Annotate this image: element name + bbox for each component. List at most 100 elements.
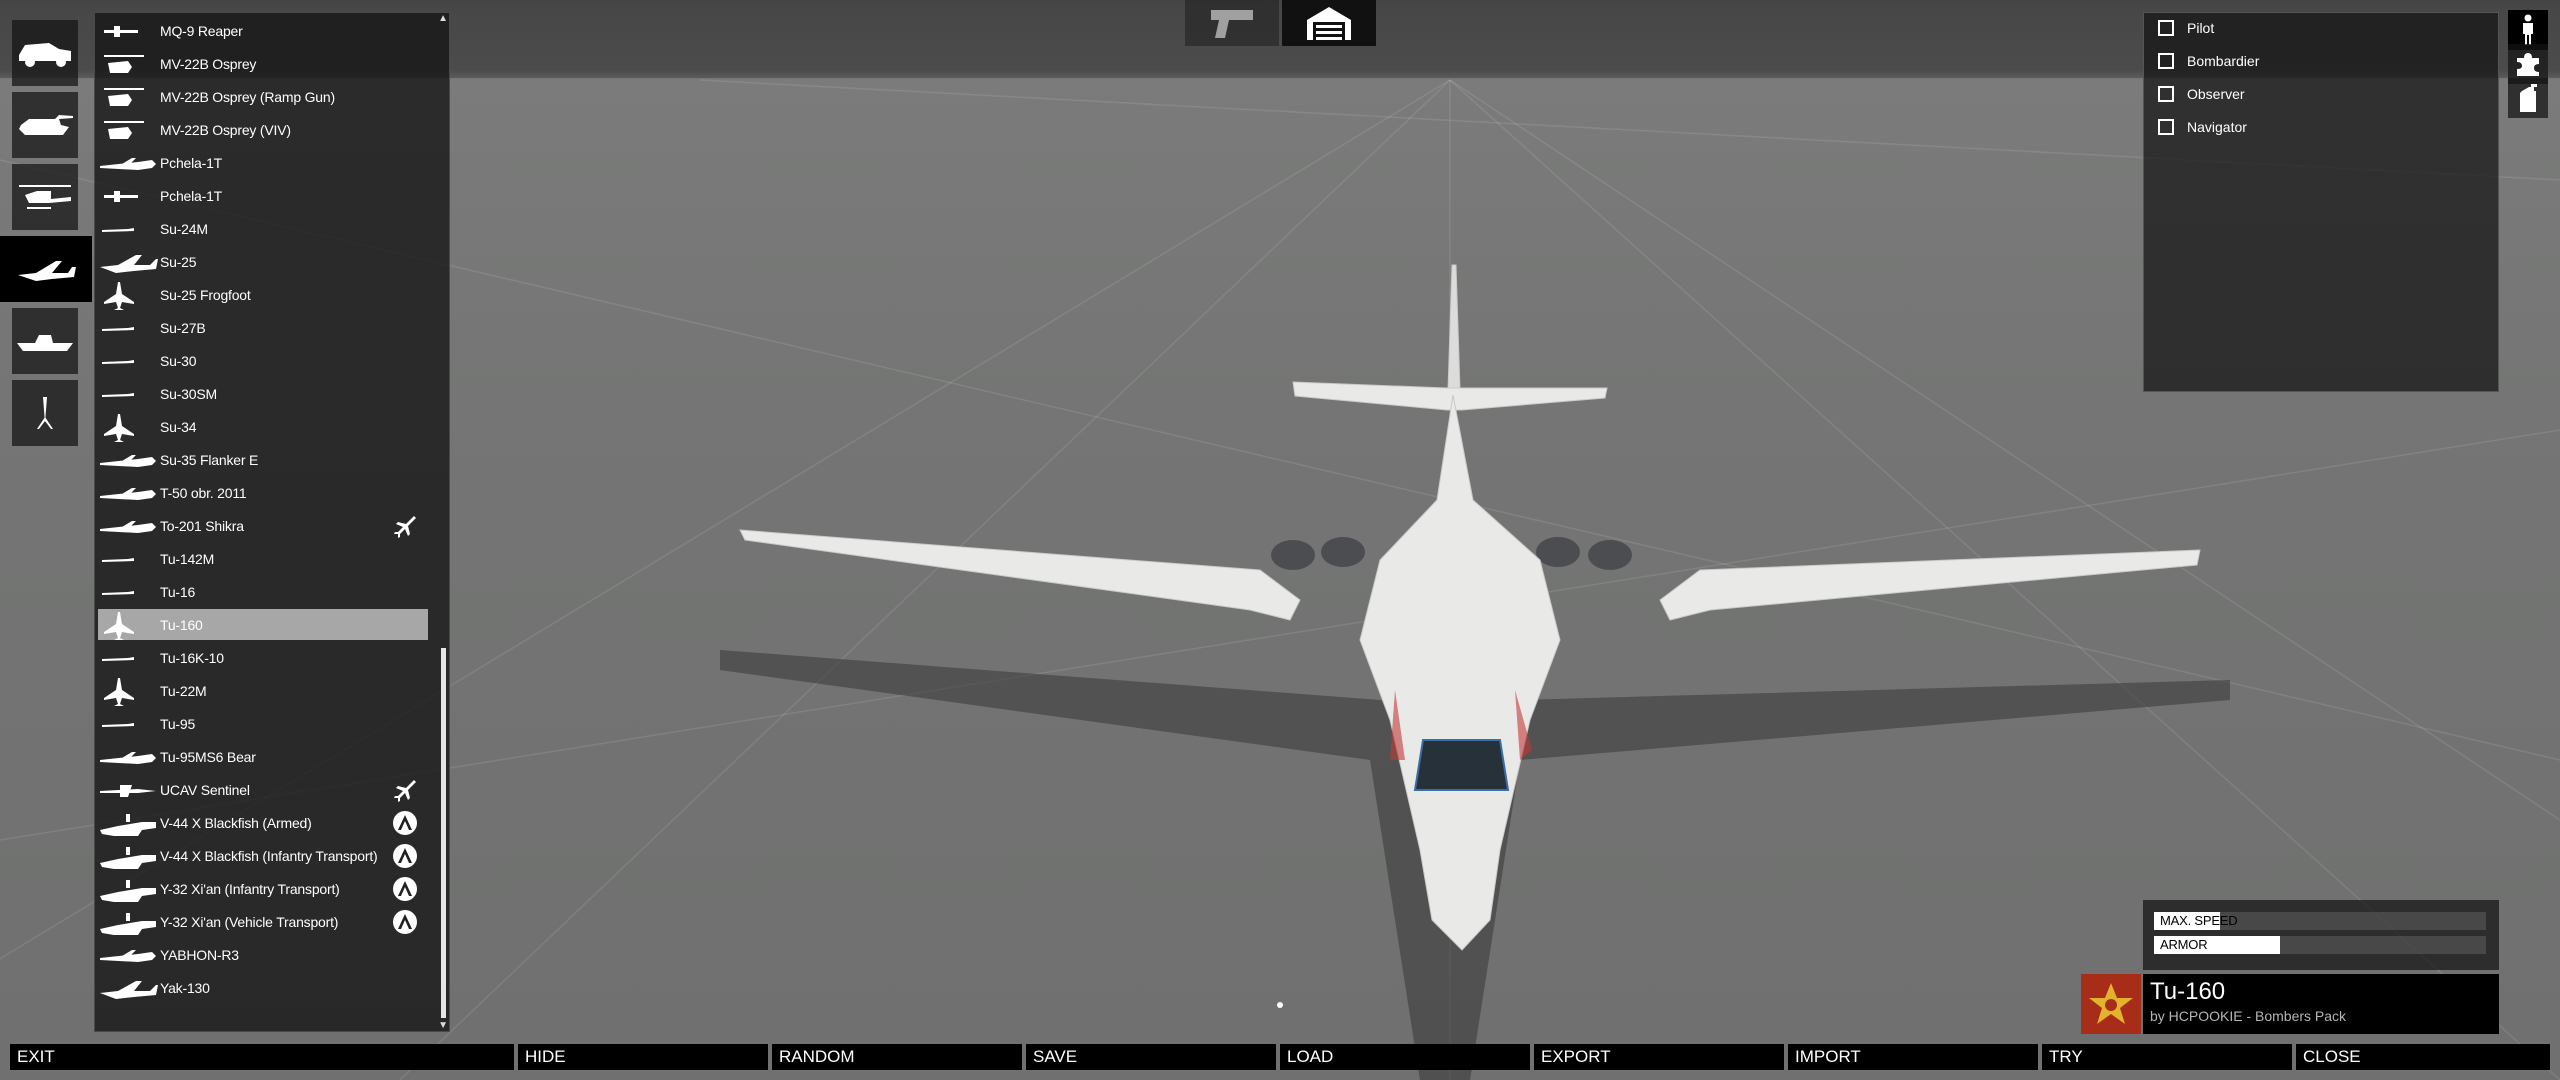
export-button[interactable]: EXPORT <box>1534 1044 1784 1070</box>
vehicle-list-item-label: MV-22B Osprey (VIV) <box>160 121 291 138</box>
vehicle-list-item[interactable]: Tu-142M <box>98 543 428 574</box>
car-icon <box>19 43 71 67</box>
checkbox[interactable] <box>2158 53 2174 69</box>
vehicle-list-item[interactable]: MV-22B Osprey (Ramp Gun) <box>98 81 428 112</box>
vehicle-thumbnail <box>98 48 160 79</box>
faction-a-badge-icon <box>393 811 417 835</box>
scroll-up-arrow[interactable]: ▲ <box>438 13 448 24</box>
crew-option-pilot[interactable]: Pilot <box>2158 17 2214 39</box>
vehicle-thumbnail <box>98 246 160 277</box>
scrollbar-thumb[interactable] <box>441 648 446 1018</box>
pylons-button[interactable] <box>2508 78 2548 118</box>
vehicle-list-item[interactable]: T-50 obr. 2011 <box>98 477 428 508</box>
try-button[interactable]: TRY <box>2042 1044 2292 1070</box>
vehicle-author: by HCPOOKIE - Bombers Pack <box>2150 1008 2347 1024</box>
vehicle-list-item[interactable]: Tu-95MS6 Bear <box>98 741 428 772</box>
vehicle-list-item[interactable]: Su-34 <box>98 411 428 442</box>
vehicle-thumbnail <box>98 972 160 1003</box>
checkbox[interactable] <box>2158 20 2174 36</box>
vehicle-list-item[interactable]: V-44 X Blackfish (Infantry Transport) <box>98 840 428 871</box>
category-helicopter[interactable] <box>12 164 78 230</box>
vehicle-list-item[interactable]: Tu-95 <box>98 708 428 739</box>
vehicle-thumbnail <box>98 411 160 442</box>
vehicle-list-item-label: Y-32 Xi'an (Infantry Transport) <box>160 880 340 897</box>
vehicle-thumbnail <box>98 741 160 772</box>
vehicle-list-item-label: Su-30SM <box>160 385 217 402</box>
crew-option-navigator[interactable]: Navigator <box>2158 116 2247 138</box>
vehicle-list-item-label: T-50 obr. 2011 <box>160 484 247 501</box>
vehicle-name: Tu-160 <box>2150 978 2226 1005</box>
center-marker <box>1277 1002 1283 1008</box>
vehicle-list-item-label: MV-22B Osprey <box>160 55 257 72</box>
hide-button[interactable]: HIDE <box>518 1044 768 1070</box>
jet-badge-icon <box>392 777 418 803</box>
vehicle-list[interactable]: MQ-9 Reaper MV-22B Osprey MV-22B Osprey (R… <box>94 12 450 1032</box>
save-button[interactable]: SAVE <box>1026 1044 1276 1070</box>
vehicle-list-item-label: Tu-160 <box>160 616 203 633</box>
person-icon <box>2523 14 2533 45</box>
vehicle-list-item[interactable]: Tu-22M <box>98 675 428 706</box>
vehicle-list-item-label: To-201 Shikra <box>160 517 244 534</box>
vehicle-list-item[interactable]: Y-32 Xi'an (Vehicle Transport) <box>98 906 428 937</box>
vehicle-list-item[interactable]: To-201 Shikra <box>98 510 428 541</box>
vehicle-list-item[interactable]: Tu-160 <box>98 609 428 640</box>
weapons-tab[interactable] <box>1185 0 1279 46</box>
bottom-action-bar: EXIT HIDE RANDOM SAVE LOAD EXPORT IMPORT… <box>10 1044 2550 1070</box>
vehicle-list-item[interactable]: Yak-130 <box>98 972 428 1003</box>
vehicle-thumbnail <box>98 312 160 343</box>
stat-label: ARMOR <box>2160 937 2208 952</box>
vehicle-list-item-label: Su-35 Flanker E <box>160 451 259 468</box>
category-car[interactable] <box>12 20 78 86</box>
vehicle-list-item[interactable]: Tu-16K-10 <box>98 642 428 673</box>
mortar-icon <box>37 397 53 429</box>
vehicle-list-item[interactable]: Y-32 Xi'an (Infantry Transport) <box>98 873 428 904</box>
vehicle-list-item[interactable]: MV-22B Osprey <box>98 48 428 79</box>
scroll-down-arrow[interactable]: ▼ <box>438 1020 448 1031</box>
faction-a-badge-icon <box>393 877 417 901</box>
vehicle-list-item-label: Pchela-1T <box>160 154 223 171</box>
close-button[interactable]: CLOSE <box>2296 1044 2550 1070</box>
stat-armor: ARMOR <box>2154 936 2486 954</box>
vehicle-thumbnail <box>98 609 160 640</box>
vehicle-list-item[interactable]: Pchela-1T <box>98 147 428 178</box>
crew-option-bombardier[interactable]: Bombardier <box>2158 50 2259 72</box>
vehicle-list-item-label: Tu-16K-10 <box>160 649 224 666</box>
vehicle-list-item-label: Su-24M <box>160 220 208 237</box>
vehicle-list-item[interactable]: V-44 X Blackfish (Armed) <box>98 807 428 838</box>
vehicle-list-item[interactable]: UCAV Sentinel <box>98 774 428 805</box>
import-button[interactable]: IMPORT <box>1788 1044 2038 1070</box>
vehicle-list-item-label: YABHON-R3 <box>160 946 239 963</box>
vehicle-list-item[interactable]: Su-27B <box>98 312 428 343</box>
vehicle-list-item[interactable]: MV-22B Osprey (VIV) <box>98 114 428 145</box>
category-static-weapon[interactable] <box>12 380 78 446</box>
load-button[interactable]: LOAD <box>1280 1044 1530 1070</box>
category-tank[interactable] <box>12 92 78 158</box>
vehicle-list-item[interactable]: Su-25 <box>98 246 428 277</box>
vehicle-list-item[interactable]: Su-25 Frogfoot <box>98 279 428 310</box>
vehicle-list-item[interactable]: Su-30SM <box>98 378 428 409</box>
vehicle-list-item[interactable]: YABHON-R3 <box>98 939 428 970</box>
vehicle-thumbnail <box>98 114 160 145</box>
checkbox[interactable] <box>2158 86 2174 102</box>
exit-button[interactable]: EXIT <box>10 1044 514 1070</box>
crew-option-observer[interactable]: Observer <box>2158 83 2245 105</box>
vehicle-thumbnail <box>98 840 160 871</box>
crew-option-label: Pilot <box>2187 20 2215 36</box>
vehicle-list-item-label: Su-27B <box>160 319 206 336</box>
vehicle-thumbnail <box>98 675 160 706</box>
vehicle-list-item[interactable]: Tu-16 <box>98 576 428 607</box>
checkbox[interactable] <box>2158 119 2174 135</box>
vehicle-list-item[interactable]: Su-35 Flanker E <box>98 444 428 475</box>
vehicle-list-item-label: Tu-22M <box>160 682 207 699</box>
vehicle-list-item[interactable]: MQ-9 Reaper <box>98 15 428 46</box>
category-plane[interactable] <box>0 236 92 302</box>
vehicle-list-item[interactable]: Pchela-1T <box>98 180 428 211</box>
vehicle-list-item-label: Su-25 Frogfoot <box>160 286 251 303</box>
vehicle-list-item[interactable]: Su-30 <box>98 345 428 376</box>
category-boat[interactable] <box>12 308 78 374</box>
garage-tab[interactable] <box>1282 0 1376 46</box>
random-button[interactable]: RANDOM <box>772 1044 1022 1070</box>
pistol-icon <box>1211 10 1253 38</box>
vehicle-list-item[interactable]: Su-24M <box>98 213 428 244</box>
faction-a-badge-icon <box>393 844 417 868</box>
